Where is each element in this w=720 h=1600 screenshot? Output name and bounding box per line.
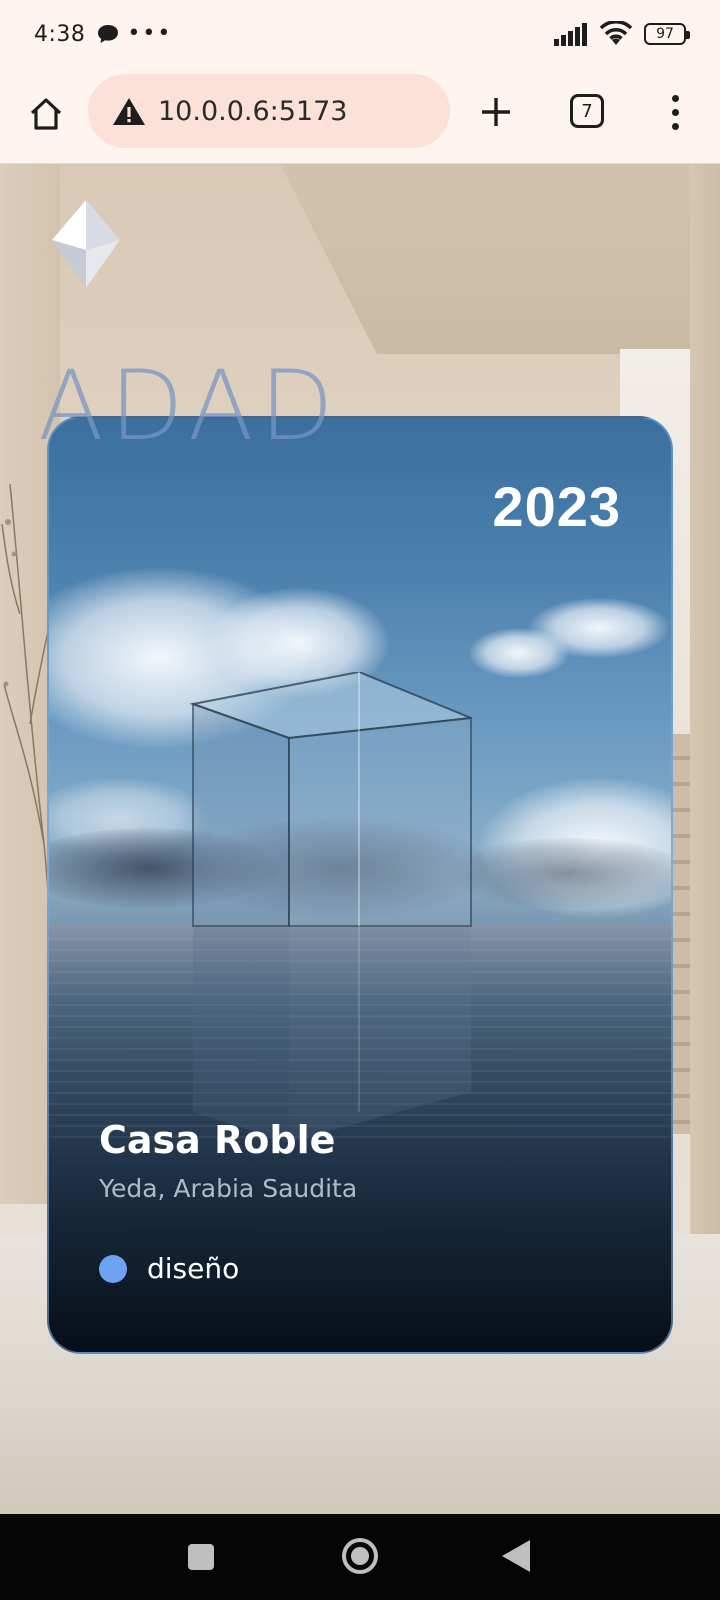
status-time: 4:38 xyxy=(34,21,86,47)
tag-color-dot xyxy=(99,1254,127,1283)
more-notifications-icon: ••• xyxy=(127,21,173,46)
system-navigation-bar xyxy=(0,1514,720,1600)
wifi-icon xyxy=(600,21,632,45)
plus-icon xyxy=(482,98,510,126)
background-ceiling xyxy=(280,164,720,354)
home-circle-icon xyxy=(351,1547,369,1565)
warning-icon[interactable] xyxy=(112,96,146,126)
system-home-button[interactable] xyxy=(342,1538,378,1574)
back-button[interactable] xyxy=(502,1540,530,1572)
battery-level: 97 xyxy=(656,26,674,42)
recent-apps-button[interactable] xyxy=(188,1544,214,1570)
new-tab-button[interactable] xyxy=(474,90,518,134)
project-title[interactable]: Casa Roble xyxy=(99,1118,335,1162)
glass-structure-illustration xyxy=(189,672,472,1142)
tag-label: diseño xyxy=(147,1252,240,1285)
project-year: 2023 xyxy=(492,475,621,538)
brand-wordmark[interactable]: ADAD xyxy=(38,358,340,454)
diamond-logo-icon[interactable] xyxy=(52,200,120,288)
project-location: Yeda, Arabia Saudita xyxy=(99,1174,358,1203)
url-text[interactable]: 10.0.0.6:5173 xyxy=(158,96,347,127)
chat-bubble-icon xyxy=(98,25,119,43)
status-bar: 4:38 ••• 97 xyxy=(0,0,720,68)
home-button[interactable] xyxy=(24,92,68,136)
background-pillar xyxy=(690,164,720,1274)
project-card[interactable]: 2023 Casa Roble Yeda, Arabia Saudita dis… xyxy=(47,416,673,1354)
menu-dot-icon xyxy=(671,122,679,130)
cloud-decoration xyxy=(449,838,671,908)
menu-button[interactable] xyxy=(660,90,690,134)
tab-count: 7 xyxy=(581,100,593,122)
signal-icon xyxy=(554,23,587,46)
tab-switcher-button[interactable]: 7 xyxy=(570,94,604,128)
menu-dot-icon xyxy=(671,94,679,102)
home-icon xyxy=(30,98,62,130)
address-bar[interactable]: 10.0.0.6:5173 xyxy=(88,74,450,148)
browser-toolbar: 10.0.0.6:5173 7 xyxy=(0,68,720,164)
menu-dot-icon xyxy=(671,108,679,116)
project-tag[interactable]: diseño xyxy=(99,1252,239,1285)
cloud-decoration xyxy=(469,628,569,678)
battery-icon: 97 xyxy=(644,23,690,45)
